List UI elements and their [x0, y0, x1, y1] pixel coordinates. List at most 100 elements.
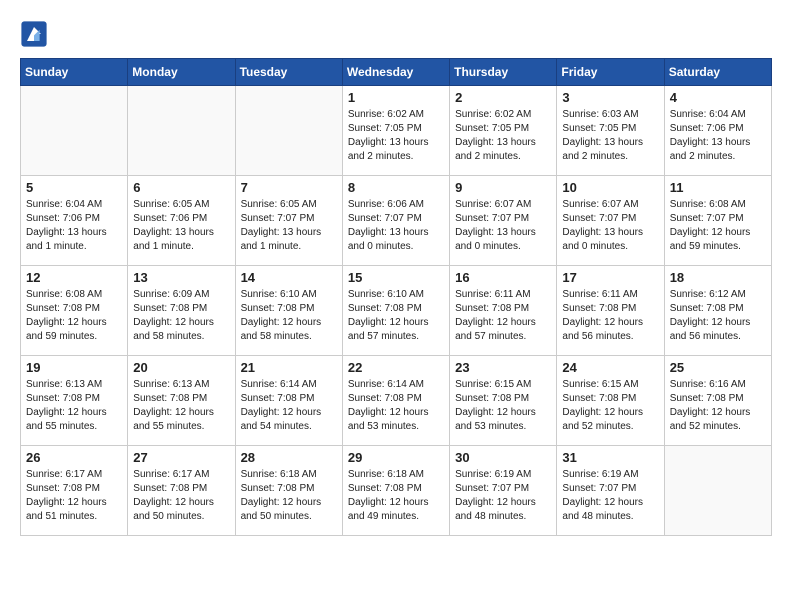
calendar-cell: 18 Sunrise: 6:12 AM Sunset: 7:08 PM Dayli… [664, 266, 771, 356]
calendar-cell: 29 Sunrise: 6:18 AM Sunset: 7:08 PM Dayli… [342, 446, 449, 536]
calendar-cell: 11 Sunrise: 6:08 AM Sunset: 7:07 PM Dayli… [664, 176, 771, 266]
day-number: 2 [455, 90, 551, 105]
day-info: Sunrise: 6:04 AM Sunset: 7:06 PM Dayligh… [26, 198, 122, 254]
day-number: 22 [348, 360, 444, 375]
day-number: 28 [241, 450, 337, 465]
day-info: Sunrise: 6:17 AM Sunset: 7:08 PM Dayligh… [133, 468, 229, 524]
weekday-header-friday: Friday [557, 59, 664, 86]
day-info: Sunrise: 6:14 AM Sunset: 7:08 PM Dayligh… [348, 378, 444, 434]
calendar-cell: 21 Sunrise: 6:14 AM Sunset: 7:08 PM Dayli… [235, 356, 342, 446]
day-number: 18 [670, 270, 766, 285]
day-info: Sunrise: 6:11 AM Sunset: 7:08 PM Dayligh… [562, 288, 658, 344]
calendar-cell: 16Sunrise: 6:11 AM Sunset: 7:08 PM Dayli… [450, 266, 557, 356]
calendar-cell: 25 Sunrise: 6:16 AM Sunset: 7:08 PM Dayli… [664, 356, 771, 446]
day-number: 12 [26, 270, 122, 285]
logo [20, 20, 52, 48]
day-number: 14 [241, 270, 337, 285]
calendar-cell: 31 Sunrise: 6:19 AM Sunset: 7:07 PM Dayli… [557, 446, 664, 536]
day-info: Sunrise: 6:02 AM Sunset: 7:05 PM Dayligh… [348, 108, 444, 164]
calendar-cell: 4 Sunrise: 6:04 AM Sunset: 7:06 PM Daylig… [664, 86, 771, 176]
day-info: Sunrise: 6:05 AM Sunset: 7:06 PM Dayligh… [133, 198, 229, 254]
calendar-cell: 14 Sunrise: 6:10 AM Sunset: 7:08 PM Dayli… [235, 266, 342, 356]
day-number: 21 [241, 360, 337, 375]
calendar-cell: 20 Sunrise: 6:13 AM Sunset: 7:08 PM Dayli… [128, 356, 235, 446]
calendar-cell: 10 Sunrise: 6:07 AM Sunset: 7:07 PM Dayli… [557, 176, 664, 266]
day-info: Sunrise: 6:03 AM Sunset: 7:05 PM Dayligh… [562, 108, 658, 164]
calendar-cell: 7 Sunrise: 6:05 AM Sunset: 7:07 PM Daylig… [235, 176, 342, 266]
day-info: Sunrise: 6:17 AM Sunset: 7:08 PM Dayligh… [26, 468, 122, 524]
calendar-cell: 9 Sunrise: 6:07 AM Sunset: 7:07 PM Daylig… [450, 176, 557, 266]
day-info: Sunrise: 6:15 AM Sunset: 7:08 PM Dayligh… [562, 378, 658, 434]
day-number: 29 [348, 450, 444, 465]
day-number: 5 [26, 180, 122, 195]
calendar-cell: 17 Sunrise: 6:11 AM Sunset: 7:08 PM Dayli… [557, 266, 664, 356]
day-number: 20 [133, 360, 229, 375]
day-info: Sunrise: 6:15 AM Sunset: 7:08 PM Dayligh… [455, 378, 551, 434]
day-info: Sunrise: 6:16 AM Sunset: 7:08 PM Dayligh… [670, 378, 766, 434]
day-number: 6 [133, 180, 229, 195]
day-number: 1 [348, 90, 444, 105]
calendar-cell: 1 Sunrise: 6:02 AM Sunset: 7:05 PM Daylig… [342, 86, 449, 176]
day-number: 24 [562, 360, 658, 375]
day-number: 7 [241, 180, 337, 195]
weekday-header-sunday: Sunday [21, 59, 128, 86]
calendar-cell: 2 Sunrise: 6:02 AM Sunset: 7:05 PM Daylig… [450, 86, 557, 176]
day-info: Sunrise: 6:10 AM Sunset: 7:08 PM Dayligh… [241, 288, 337, 344]
day-info: Sunrise: 6:14 AM Sunset: 7:08 PM Dayligh… [241, 378, 337, 434]
calendar-cell: 22 Sunrise: 6:14 AM Sunset: 7:08 PM Dayli… [342, 356, 449, 446]
weekday-header-tuesday: Tuesday [235, 59, 342, 86]
day-info: Sunrise: 6:06 AM Sunset: 7:07 PM Dayligh… [348, 198, 444, 254]
logo-icon [20, 20, 48, 48]
day-info: Sunrise: 6:08 AM Sunset: 7:07 PM Dayligh… [670, 198, 766, 254]
calendar-cell: 6 Sunrise: 6:05 AM Sunset: 7:06 PM Daylig… [128, 176, 235, 266]
day-info: Sunrise: 6:13 AM Sunset: 7:08 PM Dayligh… [133, 378, 229, 434]
day-number: 4 [670, 90, 766, 105]
day-info: Sunrise: 6:19 AM Sunset: 7:07 PM Dayligh… [455, 468, 551, 524]
day-number: 10 [562, 180, 658, 195]
day-number: 9 [455, 180, 551, 195]
day-info: Sunrise: 6:11 AM Sunset: 7:08 PM Dayligh… [455, 288, 551, 344]
page-header [20, 20, 772, 48]
calendar-cell: 13 Sunrise: 6:09 AM Sunset: 7:08 PM Dayli… [128, 266, 235, 356]
calendar-cell: 30 Sunrise: 6:19 AM Sunset: 7:07 PM Dayli… [450, 446, 557, 536]
day-info: Sunrise: 6:18 AM Sunset: 7:08 PM Dayligh… [241, 468, 337, 524]
day-info: Sunrise: 6:02 AM Sunset: 7:05 PM Dayligh… [455, 108, 551, 164]
calendar-cell: 12 Sunrise: 6:08 AM Sunset: 7:08 PM Dayli… [21, 266, 128, 356]
day-info: Sunrise: 6:04 AM Sunset: 7:06 PM Dayligh… [670, 108, 766, 164]
day-info: Sunrise: 6:07 AM Sunset: 7:07 PM Dayligh… [562, 198, 658, 254]
day-info: Sunrise: 6:13 AM Sunset: 7:08 PM Dayligh… [26, 378, 122, 434]
day-number: 11 [670, 180, 766, 195]
day-number: 13 [133, 270, 229, 285]
calendar-cell: 27 Sunrise: 6:17 AM Sunset: 7:08 PM Dayli… [128, 446, 235, 536]
calendar-cell [21, 86, 128, 176]
calendar-cell [664, 446, 771, 536]
calendar-cell: 8 Sunrise: 6:06 AM Sunset: 7:07 PM Daylig… [342, 176, 449, 266]
day-number: 8 [348, 180, 444, 195]
day-info: Sunrise: 6:19 AM Sunset: 7:07 PM Dayligh… [562, 468, 658, 524]
day-info: Sunrise: 6:10 AM Sunset: 7:08 PM Dayligh… [348, 288, 444, 344]
day-number: 31 [562, 450, 658, 465]
calendar-cell: 26Sunrise: 6:17 AM Sunset: 7:08 PM Dayli… [21, 446, 128, 536]
day-number: 15 [348, 270, 444, 285]
day-number: 25 [670, 360, 766, 375]
calendar-cell: 3Sunrise: 6:03 AM Sunset: 7:05 PM Daylig… [557, 86, 664, 176]
day-info: Sunrise: 6:08 AM Sunset: 7:08 PM Dayligh… [26, 288, 122, 344]
day-number: 19 [26, 360, 122, 375]
calendar-cell [235, 86, 342, 176]
calendar-cell [128, 86, 235, 176]
day-number: 17 [562, 270, 658, 285]
day-info: Sunrise: 6:18 AM Sunset: 7:08 PM Dayligh… [348, 468, 444, 524]
day-number: 27 [133, 450, 229, 465]
weekday-header-monday: Monday [128, 59, 235, 86]
day-info: Sunrise: 6:07 AM Sunset: 7:07 PM Dayligh… [455, 198, 551, 254]
calendar-cell: 5 Sunrise: 6:04 AM Sunset: 7:06 PM Daylig… [21, 176, 128, 266]
day-info: Sunrise: 6:09 AM Sunset: 7:08 PM Dayligh… [133, 288, 229, 344]
day-info: Sunrise: 6:05 AM Sunset: 7:07 PM Dayligh… [241, 198, 337, 254]
calendar-cell: 28 Sunrise: 6:18 AM Sunset: 7:08 PM Dayli… [235, 446, 342, 536]
day-info: Sunrise: 6:12 AM Sunset: 7:08 PM Dayligh… [670, 288, 766, 344]
weekday-header-saturday: Saturday [664, 59, 771, 86]
day-number: 23 [455, 360, 551, 375]
calendar-cell: 19 Sunrise: 6:13 AM Sunset: 7:08 PM Dayli… [21, 356, 128, 446]
weekday-header-thursday: Thursday [450, 59, 557, 86]
day-number: 30 [455, 450, 551, 465]
